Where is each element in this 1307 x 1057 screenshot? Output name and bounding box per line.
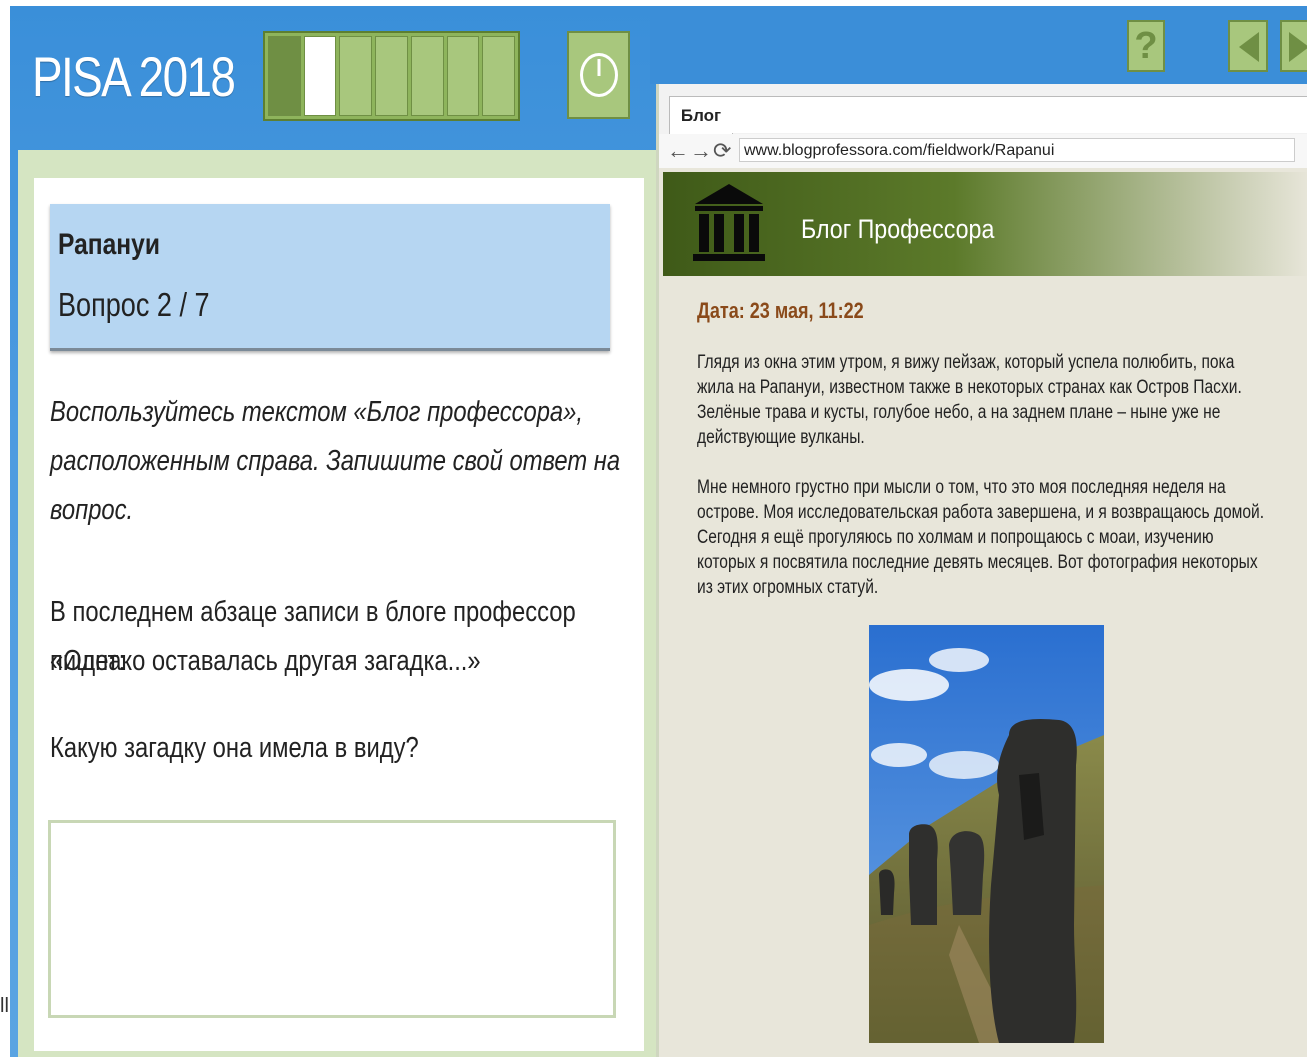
instruction-line: Воспользуйтесь текстом «Блог профессора»… <box>50 396 583 428</box>
prev-arrow-icon <box>1239 32 1259 62</box>
progress-segment-1 <box>268 36 301 116</box>
reload-icon[interactable]: ⟳ <box>713 138 732 163</box>
post-paragraph-2: Мне немного грустно при мысли о том, что… <box>697 475 1271 600</box>
browser-window: Блог ←→⟳ www.blogprofessora.com/fieldwor… <box>656 84 1307 1057</box>
brand-logo: PISA 2018 <box>32 45 236 108</box>
moai-photo <box>869 625 1104 1043</box>
next-arrow-icon <box>1289 32 1307 62</box>
progress-bar <box>263 31 520 121</box>
timer-icon <box>579 53 618 97</box>
blog-header: Блог Профессора <box>663 172 1307 276</box>
prev-button[interactable] <box>1228 20 1268 72</box>
question-panel: Рапануи Вопрос 2 / 7 Воспользуйтесь текс… <box>18 150 718 1057</box>
instruction-line: расположенным справа. Запишите свой отве… <box>50 445 621 477</box>
tab-blog[interactable]: Блог <box>669 96 733 135</box>
tab-strip <box>731 96 1307 133</box>
progress-segment-5 <box>410 36 444 116</box>
quote-line: «Однако оставалась другая загадка...» <box>50 645 481 677</box>
url-field[interactable]: www.blogprofessora.com/fieldwork/Rapanui <box>739 138 1295 162</box>
timer-button[interactable] <box>567 31 630 119</box>
browser-tab-bar: Блог <box>659 84 1307 135</box>
post-paragraph-1: Глядя из окна этим утром, я вижу пейзаж,… <box>697 350 1271 450</box>
post-line: Сегодня я ещё прогуляюсь по холмам и поп… <box>697 527 1214 548</box>
toolbar <box>650 6 1307 84</box>
post-line: острове. Моя исследовательская работа за… <box>697 502 1265 523</box>
temple-icon <box>693 184 765 261</box>
progress-segment-3 <box>339 36 373 116</box>
header: PISA 2018 <box>10 6 650 136</box>
question-header-card: Рапануи Вопрос 2 / 7 <box>50 204 610 351</box>
progress-segment-4 <box>375 36 408 116</box>
help-icon: ? <box>1134 25 1158 67</box>
edge-mark: ll <box>0 995 9 1017</box>
post-line: Зелёные трава и кусты, голубое небо, а н… <box>697 402 1221 423</box>
question-title: Рапануи <box>58 228 160 261</box>
help-button[interactable]: ? <box>1127 20 1165 72</box>
back-arrow-icon[interactable]: ← <box>667 138 690 163</box>
progress-segment-2 <box>303 36 337 116</box>
address-bar: ←→⟳ www.blogprofessora.com/fieldwork/Rap… <box>659 134 1307 168</box>
post-line: Глядя из окна этим утром, я вижу пейзаж,… <box>697 352 1235 373</box>
post-line: которых я посвятила последние девять мес… <box>697 552 1258 573</box>
question-content: Рапануи Вопрос 2 / 7 Воспользуйтесь текс… <box>34 178 644 1051</box>
progress-segment-7 <box>482 36 516 116</box>
post-line: Мне немного грустно при мысли о том, что… <box>697 477 1226 498</box>
question-prompt: Какую загадку она имела в виду? <box>50 732 419 764</box>
next-button[interactable] <box>1280 20 1307 72</box>
post-line: из этих огромных статуй. <box>697 577 879 598</box>
post-date: Дата: 23 мая, 11:22 <box>697 298 864 323</box>
instruction-text: Воспользуйтесь текстом «Блог профессора»… <box>50 388 624 535</box>
progress-segment-6 <box>446 36 480 116</box>
browser-nav: ←→⟳ <box>667 138 732 164</box>
instruction-line: вопрос. <box>50 494 134 526</box>
forward-arrow-icon[interactable]: → <box>690 138 713 163</box>
post-line: действующие вулканы. <box>697 427 865 448</box>
question-number: Вопрос 2 / 7 <box>58 286 210 323</box>
post-line: жила на Рапануи, известном также в некот… <box>697 377 1242 398</box>
answer-input[interactable] <box>48 820 616 1018</box>
blog-title: Блог Профессора <box>801 214 995 244</box>
